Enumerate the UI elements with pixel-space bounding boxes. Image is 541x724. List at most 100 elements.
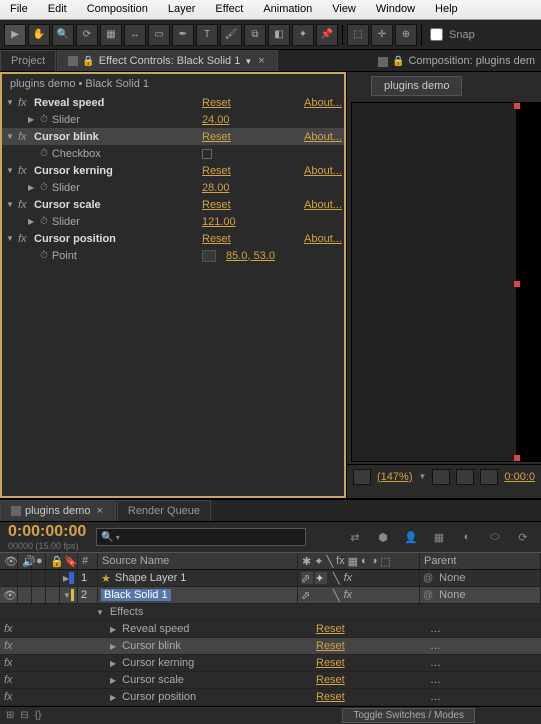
close-icon[interactable]: ×	[94, 505, 104, 517]
resolution-icon[interactable]	[432, 469, 450, 485]
motion-blur-icon[interactable]: ◐	[457, 528, 477, 546]
current-time[interactable]: 0:00:0	[504, 471, 535, 483]
tab-composition[interactable]: Composition: plugins dem	[408, 55, 535, 71]
reset-link[interactable]: Reset	[202, 131, 231, 143]
expand-arrow-icon[interactable]: ▶	[110, 693, 116, 702]
draft3d-icon[interactable]: ⬢	[373, 528, 393, 546]
checkbox-input[interactable]	[202, 149, 212, 159]
menu-effect[interactable]: Effect	[205, 0, 253, 19]
effect-name[interactable]: Reveal speed	[34, 97, 104, 109]
fx-badge-icon[interactable]: fx	[4, 674, 13, 686]
layer-row[interactable]: 👁 ▼ 2 Black Solid 1 ⬀ ╲ fx @ None	[0, 587, 541, 604]
tab-render-queue[interactable]: Render Queue	[117, 500, 211, 521]
options-icon[interactable]: …	[430, 640, 441, 652]
frame-blend-icon[interactable]: ▦	[429, 528, 449, 546]
collapse-switch[interactable]	[315, 589, 327, 601]
brackets-icon[interactable]: {}	[35, 710, 42, 721]
parent-dropdown[interactable]: None	[439, 589, 465, 601]
property-value[interactable]: 24.00	[202, 114, 230, 126]
stopwatch-icon[interactable]: ⏱	[40, 148, 48, 159]
tab-effect-controls[interactable]: 🔒 Effect Controls: Black Solid 1 ▼ ×	[57, 50, 277, 71]
brush-tool[interactable]: 🖌	[220, 24, 242, 46]
fx-badge-icon[interactable]: fx	[18, 97, 34, 109]
clone-tool[interactable]: ⧉	[244, 24, 266, 46]
timeline-effect-row[interactable]: fx ▶ Cursor blink Reset …	[0, 638, 541, 655]
eraser-tool[interactable]: ◧	[268, 24, 290, 46]
graph-editor-icon[interactable]: ⬭	[485, 528, 505, 546]
hand-tool[interactable]: ✋	[28, 24, 50, 46]
about-link[interactable]: About...	[304, 97, 342, 109]
fx-badge-icon[interactable]: fx	[4, 623, 13, 635]
reset-link[interactable]: Reset	[316, 691, 345, 703]
stopwatch-icon[interactable]: ⏱	[40, 182, 48, 193]
toggle-switches-icon[interactable]: ⊞	[6, 710, 14, 721]
fx-badge-icon[interactable]: fx	[4, 657, 13, 669]
local-axis-tool[interactable]: ⬚	[347, 24, 369, 46]
property-value[interactable]: 85.0, 53.0	[226, 250, 275, 262]
shy-icon[interactable]: 👤	[401, 528, 421, 546]
reset-link[interactable]: Reset	[202, 97, 231, 109]
options-icon[interactable]: …	[430, 657, 441, 669]
collapse-arrow-icon[interactable]: ▼	[96, 608, 104, 617]
bbox-handle-icon[interactable]	[514, 281, 520, 287]
visibility-icon[interactable]: 👁	[3, 589, 17, 602]
collapse-arrow-icon[interactable]: ▼	[6, 166, 18, 175]
reset-link[interactable]: Reset	[202, 233, 231, 245]
solo-column-icon[interactable]: ●	[32, 553, 46, 569]
tab-timeline-comp[interactable]: plugins demo ×	[0, 500, 116, 521]
menu-view[interactable]: View	[322, 0, 366, 19]
property-value[interactable]: 28.00	[202, 182, 230, 194]
options-icon[interactable]: …	[430, 623, 441, 635]
collapse-arrow-icon[interactable]: ▼	[63, 591, 71, 600]
quality-switch[interactable]: ╲	[333, 572, 340, 585]
dropdown-icon[interactable]: ▼	[244, 57, 252, 66]
stopwatch-icon[interactable]: ⏱	[40, 114, 48, 125]
pan-behind-tool[interactable]: ↔	[124, 24, 146, 46]
world-axis-tool[interactable]: ✛	[371, 24, 393, 46]
expand-arrow-icon[interactable]: ▶	[110, 625, 116, 634]
rotate-tool[interactable]: ⟳	[76, 24, 98, 46]
text-tool[interactable]: T	[196, 24, 218, 46]
lock-icon[interactable]: 🔒	[82, 56, 94, 67]
lock-column-icon[interactable]: 🔒	[46, 553, 60, 569]
fx-badge-icon[interactable]: fx	[18, 199, 34, 211]
layer-name[interactable]: Shape Layer 1	[115, 572, 187, 584]
about-link[interactable]: About...	[304, 233, 342, 245]
dropdown-icon[interactable]: ▼	[418, 472, 426, 481]
brainstorm-icon[interactable]: ⟳	[513, 528, 533, 546]
fx-badge-icon[interactable]: fx	[18, 165, 34, 177]
options-icon[interactable]: …	[430, 691, 441, 703]
about-link[interactable]: About...	[304, 199, 342, 211]
menu-file[interactable]: File	[0, 0, 38, 19]
expand-arrow-icon[interactable]: ▶	[28, 115, 40, 124]
reset-link[interactable]: Reset	[316, 657, 345, 669]
layer-name[interactable]: Black Solid 1	[101, 589, 171, 601]
expand-arrow-icon[interactable]: ▶	[110, 659, 116, 668]
comp-flowchart-icon[interactable]: ⇄	[345, 528, 365, 546]
search-input[interactable]: 🔍 ▾	[96, 528, 306, 546]
effect-name[interactable]: Cursor scale	[34, 199, 101, 211]
eye-column-icon[interactable]: 👁	[0, 553, 18, 569]
pen-tool[interactable]: ✒	[172, 24, 194, 46]
collapse-arrow-icon[interactable]: ▼	[6, 200, 18, 209]
fx-badge-icon[interactable]: fx	[4, 691, 13, 703]
mask-icon[interactable]	[456, 469, 474, 485]
tab-project[interactable]: Project	[0, 50, 56, 71]
timeline-effect-row[interactable]: fx ▶ Reveal speed Reset …	[0, 621, 541, 638]
reset-link[interactable]: Reset	[316, 674, 345, 686]
point-picker-icon[interactable]	[202, 250, 216, 262]
stopwatch-icon[interactable]: ⏱	[40, 216, 48, 227]
reset-link[interactable]: Reset	[316, 623, 345, 635]
reset-link[interactable]: Reset	[316, 640, 345, 652]
view-axis-tool[interactable]: ⊕	[395, 24, 417, 46]
puppet-tool[interactable]: 📌	[316, 24, 338, 46]
zoom-level[interactable]: (147%)	[377, 471, 412, 483]
effect-name[interactable]: Cursor kerning	[34, 165, 113, 177]
timeline-effect-row[interactable]: fx ▶ Cursor position Reset …	[0, 689, 541, 706]
bbox-handle-icon[interactable]	[514, 103, 520, 109]
zoom-tool[interactable]: 🔍	[52, 24, 74, 46]
current-timecode[interactable]: 0:00:00:00	[8, 523, 86, 541]
label-color[interactable]	[69, 572, 74, 584]
fx-badge-icon[interactable]: fx	[18, 233, 34, 245]
bbox-handle-icon[interactable]	[514, 455, 520, 461]
